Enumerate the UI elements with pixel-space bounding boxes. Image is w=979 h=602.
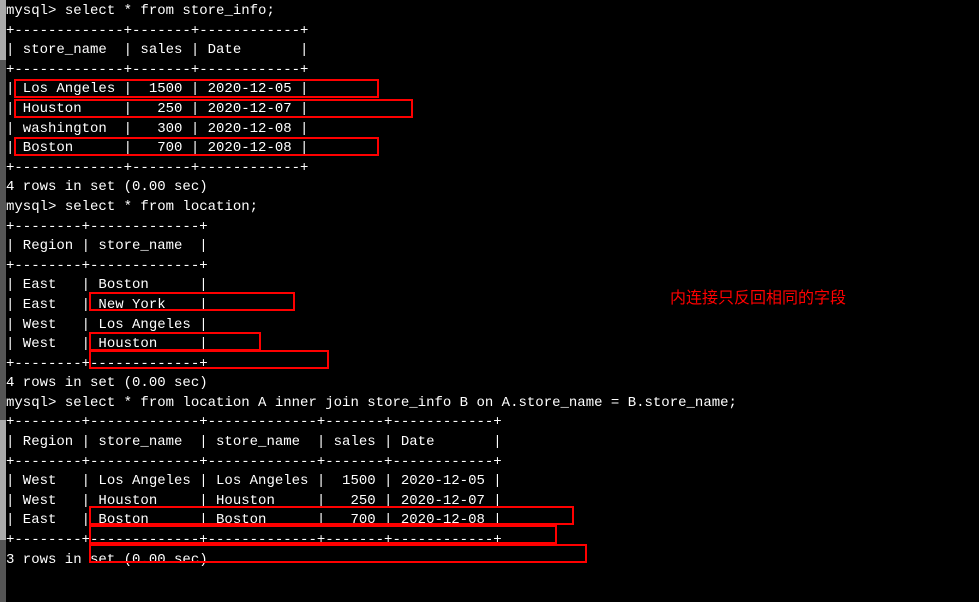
table-border: +--------+-------------+ xyxy=(6,355,973,375)
table-border: +-------------+-------+------------+ xyxy=(6,22,973,42)
result-footer: 4 rows in set (0.00 sec) xyxy=(6,178,973,198)
sql-statement: select * from location A inner join stor… xyxy=(65,395,737,411)
table-header: | store_name | sales | Date | xyxy=(6,41,973,61)
table-row: | Houston | 250 | 2020-12-07 | xyxy=(6,100,973,120)
table-row: | West | Los Angeles | xyxy=(6,316,973,336)
table-border: +--------+-------------+-------------+--… xyxy=(6,531,973,551)
annotation-text: 内连接只反回相同的字段 xyxy=(670,288,846,310)
query-line: mysql> select * from location; xyxy=(6,198,973,218)
table-row: | washington | 300 | 2020-12-08 | xyxy=(6,120,973,140)
table-border: +--------+-------------+-------------+--… xyxy=(6,413,973,433)
table-border: +--------+-------------+ xyxy=(6,218,973,238)
table-row: | West | Houston | xyxy=(6,335,973,355)
table-row: | Los Angeles | 1500 | 2020-12-05 | xyxy=(6,80,973,100)
table-border: +-------------+-------+------------+ xyxy=(6,159,973,179)
table-row: | Boston | 700 | 2020-12-08 | xyxy=(6,139,973,159)
table-row: | West | Los Angeles | Los Angeles | 150… xyxy=(6,472,973,492)
query-line: mysql> select * from store_info; xyxy=(6,2,973,22)
result-footer: 3 rows in set (0.00 sec) xyxy=(6,551,973,571)
sql-statement: select * from store_info; xyxy=(65,3,275,19)
mysql-prompt: mysql> xyxy=(6,199,65,215)
table-row: | West | Houston | Houston | 250 | 2020-… xyxy=(6,492,973,512)
table-border: +-------------+-------+------------+ xyxy=(6,61,973,81)
terminal-output: mysql> select * from store_info; +------… xyxy=(6,2,973,570)
query-line: mysql> select * from location A inner jo… xyxy=(6,394,973,414)
table-header: | Region | store_name | xyxy=(6,237,973,257)
table-header: | Region | store_name | store_name | sal… xyxy=(6,433,973,453)
table-row: | East | Boston | Boston | 700 | 2020-12… xyxy=(6,511,973,531)
mysql-prompt: mysql> xyxy=(6,3,65,19)
table-border: +--------+-------------+ xyxy=(6,257,973,277)
mysql-prompt: mysql> xyxy=(6,395,65,411)
result-footer: 4 rows in set (0.00 sec) xyxy=(6,374,973,394)
table-border: +--------+-------------+-------------+--… xyxy=(6,453,973,473)
sql-statement: select * from location; xyxy=(65,199,258,215)
